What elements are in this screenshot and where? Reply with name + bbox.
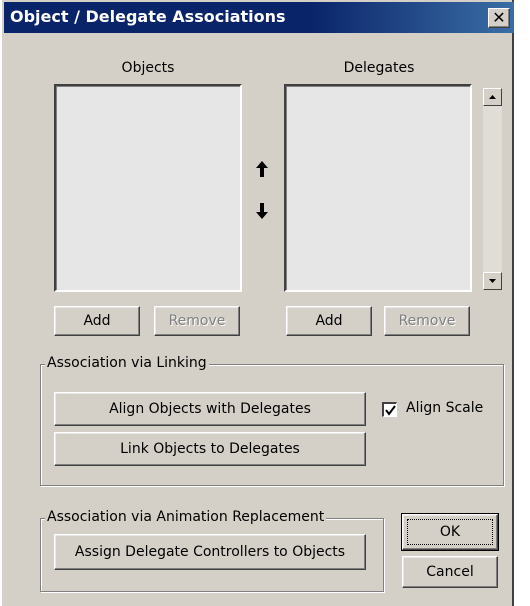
title-bar: Object / Delegate Associations ✕ — [4, 2, 514, 33]
scroll-down-icon[interactable] — [483, 272, 502, 290]
assign-delegate-controllers-button[interactable]: Assign Delegate Controllers to Objects — [54, 534, 366, 570]
replacement-group-title: Association via Animation Replacement — [45, 509, 327, 525]
focus-rect — [407, 519, 493, 545]
align-scale-label[interactable]: Align Scale — [406, 400, 483, 416]
align-objects-button[interactable]: Align Objects with Delegates — [54, 392, 366, 426]
arrow-up-icon[interactable] — [254, 160, 270, 182]
scroll-up-icon[interactable] — [483, 88, 502, 106]
link-objects-button[interactable]: Link Objects to Delegates — [54, 432, 366, 466]
align-scale-checkbox[interactable] — [382, 402, 397, 417]
close-icon: ✕ — [492, 8, 506, 27]
delegates-scrollbar[interactable] — [483, 88, 502, 290]
window-title: Object / Delegate Associations — [10, 7, 286, 26]
delegates-add-button[interactable]: Add — [286, 306, 372, 336]
objects-remove-button[interactable]: Remove — [154, 306, 240, 336]
ok-button[interactable]: OK — [401, 513, 499, 551]
delegates-remove-button[interactable]: Remove — [384, 306, 470, 336]
objects-label: Objects — [121, 60, 175, 76]
delegates-list[interactable] — [284, 84, 472, 292]
delegates-label: Delegates — [343, 60, 415, 76]
objects-list[interactable] — [54, 84, 242, 292]
cancel-button[interactable]: Cancel — [402, 556, 498, 588]
objects-add-button[interactable]: Add — [54, 306, 140, 336]
close-button[interactable]: ✕ — [488, 8, 510, 28]
dialog-window: Object / Delegate Associations ✕ Objects… — [0, 0, 514, 606]
arrow-down-icon[interactable] — [254, 202, 270, 224]
linking-group-title: Association via Linking — [45, 355, 209, 371]
